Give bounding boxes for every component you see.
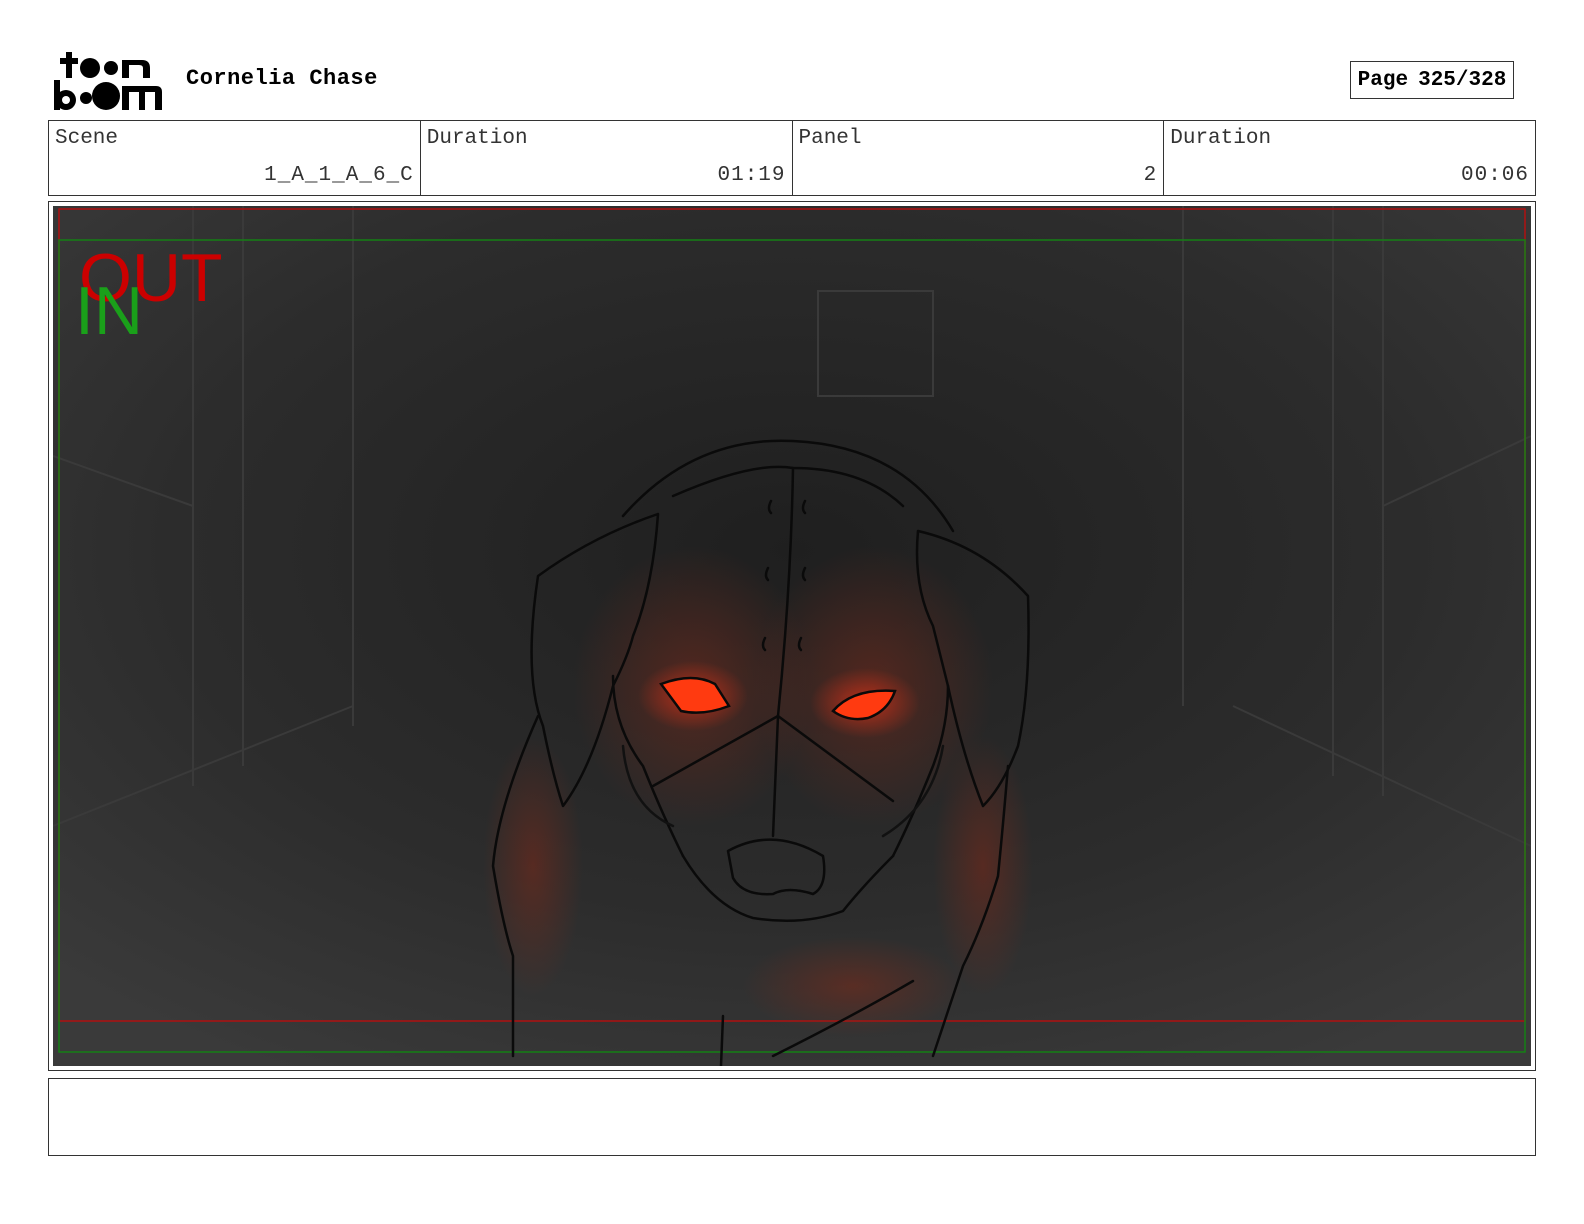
scene-label: Scene <box>55 127 119 150</box>
panel-label: Panel <box>798 127 862 150</box>
scene-duration-cell: Duration 01:19 <box>421 121 793 195</box>
page-indicator: Page 325/328 <box>1350 61 1514 99</box>
scene-duration-value: 01:19 <box>717 164 786 187</box>
panel-value: 2 <box>1143 164 1158 187</box>
panel-notes-box <box>48 1078 1536 1156</box>
panel-cell: Panel 2 <box>793 121 1165 195</box>
scene-duration-label: Duration <box>426 127 528 150</box>
panel-info-row: Scene 1_A_1_A_6_C Duration 01:19 Panel 2… <box>48 120 1536 196</box>
page-number: 325/328 <box>1418 68 1507 92</box>
panel-duration-value: 00:06 <box>1460 164 1529 187</box>
in-label: IN <box>75 273 143 349</box>
scene-cell: Scene 1_A_1_A_6_C <box>49 121 421 195</box>
storyboard-panel-frame: OUT IN <box>48 201 1536 1071</box>
toon-boom-logo <box>54 52 162 110</box>
scene-value: 1_A_1_A_6_C <box>264 164 414 187</box>
page-label: Page <box>1357 68 1409 92</box>
panel-duration-label: Duration <box>1170 127 1272 150</box>
project-title: Cornelia Chase <box>186 66 378 91</box>
panel-duration-cell: Duration 00:06 <box>1164 121 1535 195</box>
storyboard-panel-image: OUT IN <box>53 206 1531 1066</box>
